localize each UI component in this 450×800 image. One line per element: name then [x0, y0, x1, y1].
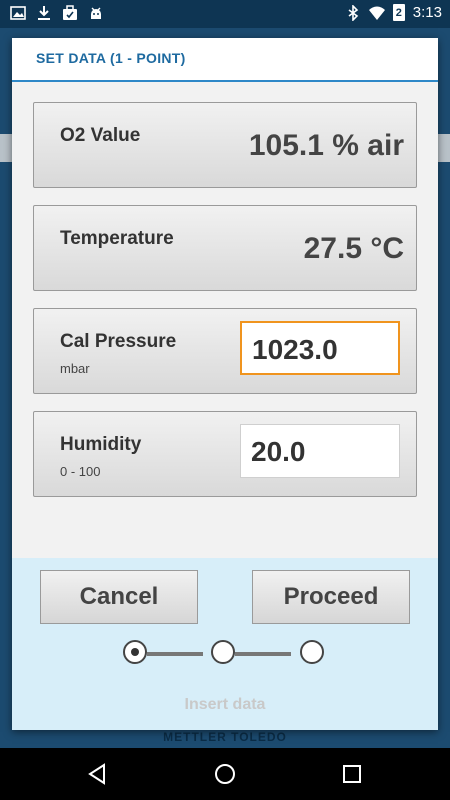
humidity-row: Humidity 0 - 100 20.0: [33, 411, 417, 497]
temperature-row: Temperature 27.5 °C: [33, 205, 417, 291]
cancel-button[interactable]: Cancel: [40, 570, 198, 624]
cal-pressure-row: Cal Pressure mbar 1023.0: [33, 308, 417, 394]
humidity-input[interactable]: 20.0: [240, 424, 400, 478]
briefcase-icon: [63, 5, 77, 20]
cal-pressure-label: Cal Pressure: [60, 331, 177, 352]
humidity-range: 0 - 100: [60, 464, 101, 479]
step-1-indicator: [123, 640, 147, 664]
recents-icon[interactable]: [342, 764, 362, 784]
step-3-indicator: [300, 640, 324, 664]
step-connector: [235, 652, 291, 656]
cal-pressure-input[interactable]: 1023.0: [240, 321, 400, 375]
download-icon: [38, 6, 50, 20]
step-connector: [147, 652, 203, 656]
dialog-actions: Cancel Proceed Insert data: [12, 558, 438, 730]
dialog-title: SET DATA (1 - POINT): [36, 50, 186, 66]
battery-icon: 2: [392, 4, 405, 21]
set-data-dialog: SET DATA (1 - POINT) O2 Value 105.1 % ai…: [12, 38, 438, 730]
proceed-button[interactable]: Proceed: [252, 570, 410, 624]
step-caption: Insert data: [184, 696, 266, 713]
temperature-reading: 27.5 °C: [303, 232, 404, 265]
status-bar: 2 3:13: [0, 0, 450, 28]
image-icon: [10, 6, 26, 20]
cal-pressure-unit: mbar: [60, 361, 90, 376]
status-time: 3:13: [412, 4, 442, 21]
temperature-label: Temperature: [60, 228, 174, 249]
wifi-icon: [368, 6, 385, 20]
humidity-label: Humidity: [60, 434, 142, 455]
navigation-bar: [0, 748, 450, 800]
step-2-indicator: [211, 640, 235, 664]
android-icon: [91, 7, 101, 19]
o2-value-reading: 105.1 % air: [248, 129, 404, 162]
o2-value-label: O2 Value: [60, 125, 141, 146]
current-step-dot: [131, 648, 139, 656]
o2-value-row: O2 Value 105.1 % air: [33, 102, 417, 188]
home-icon[interactable]: [214, 763, 236, 785]
brand-footer: METTLER TOLEDO: [163, 730, 287, 744]
bluetooth-icon: [348, 4, 359, 21]
back-icon[interactable]: [86, 763, 108, 785]
dialog-body: O2 Value 105.1 % air Temperature 27.5 °C…: [12, 82, 438, 558]
